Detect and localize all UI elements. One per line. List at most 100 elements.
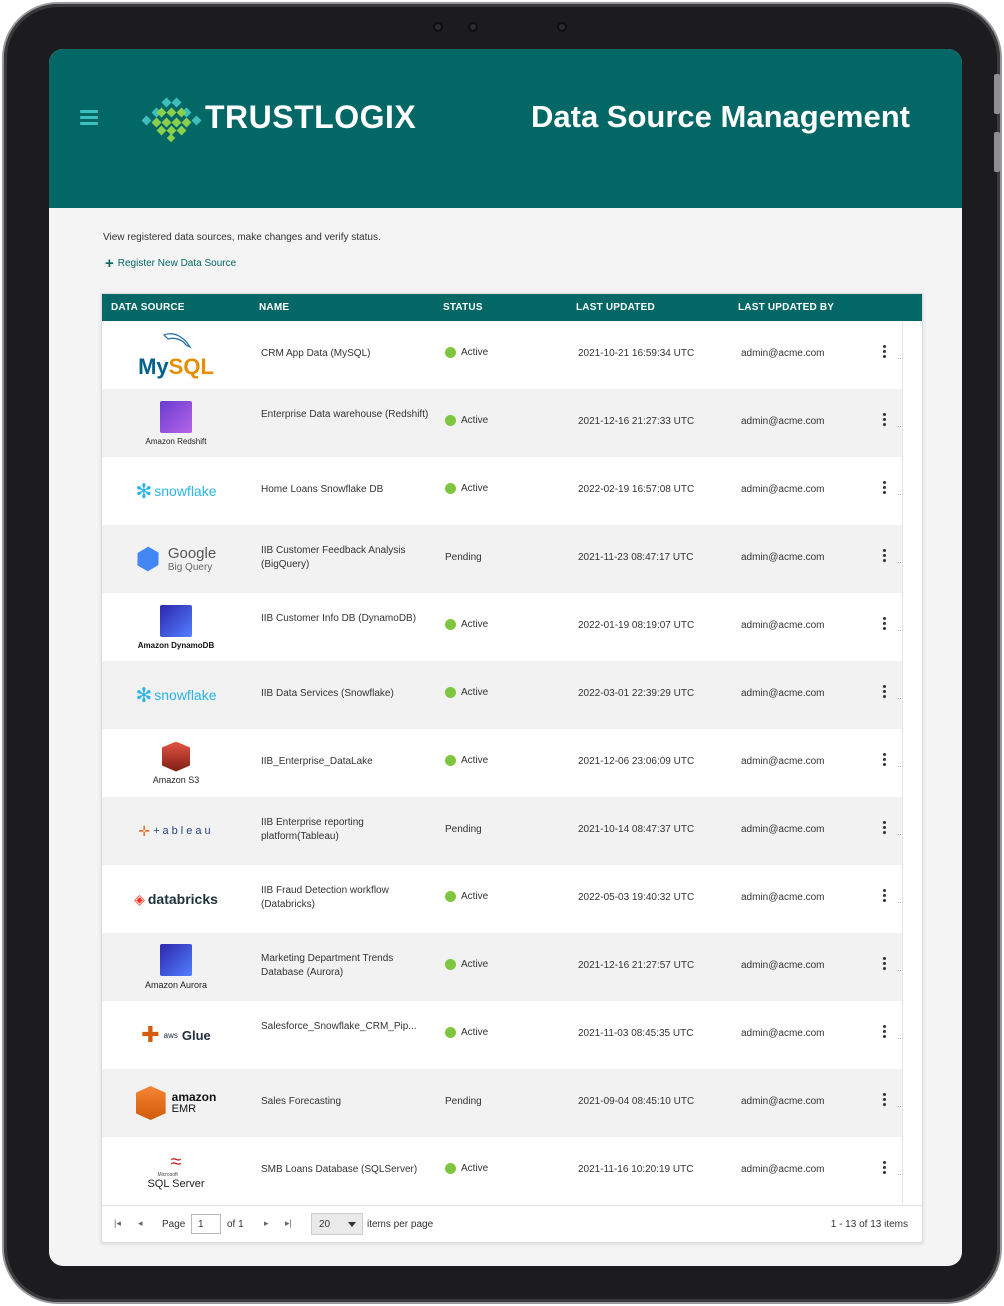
data-source-logo: Amazon Aurora xyxy=(116,933,236,1001)
status-cell: Active xyxy=(445,619,488,630)
last-updated-by: admin@acme.com xyxy=(741,1028,825,1039)
last-updated-by: admin@acme.com xyxy=(741,552,825,563)
items-per-page-select[interactable]: 20 xyxy=(311,1213,363,1235)
data-source-name[interactable]: IIB Fraud Detection workflow (Databricks… xyxy=(261,884,433,912)
table-row[interactable]: ◈ databricks IIB Fraud Detection workflow… xyxy=(102,865,902,933)
overflow-ellipsis: .. xyxy=(897,760,902,769)
table-row[interactable]: Amazon Redshift Enterprise Data warehous… xyxy=(102,389,902,457)
data-source-logo: ◈ databricks xyxy=(134,890,218,908)
table-row[interactable]: Amazon S3 IIB_Enterprise_DataLake Active… xyxy=(102,729,902,797)
dynamodb-icon xyxy=(159,604,192,637)
last-updated-by: admin@acme.com xyxy=(741,484,825,495)
data-source-name[interactable]: IIB Enterprise reporting platform(Tablea… xyxy=(261,816,433,844)
snowflake-icon: ✻ xyxy=(135,480,153,503)
aurora-icon xyxy=(159,944,192,976)
app-header: TRUSTLOGIX Data Source Management xyxy=(49,49,962,208)
vertical-scrollbar[interactable] xyxy=(902,321,922,1205)
column-header-data-source[interactable]: DATA SOURCE xyxy=(111,302,185,313)
column-header-status[interactable]: STATUS xyxy=(443,302,483,313)
kebab-menu-icon[interactable] xyxy=(880,821,890,835)
prev-page-icon[interactable]: ◂ xyxy=(138,1218,143,1229)
kebab-menu-icon[interactable] xyxy=(880,685,890,699)
camera-icon xyxy=(468,22,478,32)
menu-icon[interactable] xyxy=(80,110,98,126)
data-source-name[interactable]: IIB Data Services (Snowflake) xyxy=(261,687,433,701)
data-source-name[interactable]: CRM App Data (MySQL) xyxy=(261,347,433,361)
last-updated: 2021-11-03 08:45:35 UTC xyxy=(578,1028,694,1039)
glue-icon: ✚ xyxy=(141,1022,160,1047)
table-row[interactable]: Amazon DynamoDB IIB Customer Info DB (Dy… xyxy=(102,593,902,661)
data-source-name[interactable]: SMB Loans Database (SQLServer) xyxy=(261,1163,433,1177)
kebab-menu-icon[interactable] xyxy=(880,1025,890,1039)
register-data-source-link[interactable]: + Register New Data Source xyxy=(105,256,237,271)
status-text: Active xyxy=(461,1027,489,1038)
kebab-menu-icon[interactable] xyxy=(880,481,890,495)
column-header-last-updated-by[interactable]: LAST UPDATED BY xyxy=(738,302,834,313)
data-source-name[interactable]: IIB_Enterprise_DataLake xyxy=(261,755,433,769)
last-updated: 2022-05-03 19:40:32 UTC xyxy=(578,892,695,903)
status-text: Active xyxy=(461,415,489,426)
kebab-menu-icon[interactable] xyxy=(880,889,890,903)
data-source-name[interactable]: Marketing Department Trends Database (Au… xyxy=(261,952,433,980)
side-button xyxy=(994,74,1000,114)
last-page-icon[interactable]: ▸| xyxy=(285,1218,292,1229)
data-source-name[interactable]: Sales Forecasting xyxy=(261,1095,433,1109)
data-source-name[interactable]: Home Loans Snowflake DB xyxy=(261,483,433,497)
first-page-icon[interactable]: |◂ xyxy=(114,1218,121,1229)
last-updated: 2021-10-14 08:47:37 UTC xyxy=(578,824,695,835)
last-updated: 2021-10-21 16:59:34 UTC xyxy=(578,348,695,359)
column-header-name[interactable]: NAME xyxy=(259,302,289,313)
table-row[interactable]: amazon EMR Sales Forecasting Pending 2021… xyxy=(102,1069,902,1137)
data-source-name[interactable]: Enterprise Data warehouse (Redshift) xyxy=(261,408,433,422)
status-active-icon xyxy=(445,891,456,902)
overflow-ellipsis: .. xyxy=(897,352,902,361)
kebab-menu-icon[interactable] xyxy=(880,957,890,971)
last-updated-by: admin@acme.com xyxy=(741,756,825,767)
table-row[interactable]: Amazon Aurora Marketing Department Trend… xyxy=(102,933,902,1001)
status-cell: Pending xyxy=(445,824,482,835)
data-source-name[interactable]: IIB Customer Feedback Analysis (BigQuery… xyxy=(261,544,433,572)
status-active-icon xyxy=(445,755,456,766)
data-source-name[interactable]: Salesforce_Snowflake_CRM_Pip... xyxy=(261,1020,433,1034)
kebab-menu-icon[interactable] xyxy=(880,549,890,563)
kebab-menu-icon[interactable] xyxy=(880,345,890,359)
status-active-icon xyxy=(445,619,456,630)
last-updated-by: admin@acme.com xyxy=(741,416,825,427)
register-label: Register New Data Source xyxy=(117,258,237,269)
last-updated-by: admin@acme.com xyxy=(741,348,825,359)
table-row[interactable]: ✻ snowflake IIB Data Services (Snowflake)… xyxy=(102,661,902,729)
data-source-logo: Amazon S3 xyxy=(116,729,236,797)
sqlserver-icon: ≈ xyxy=(170,1151,182,1173)
status-active-icon xyxy=(445,483,456,494)
kebab-menu-icon[interactable] xyxy=(880,413,890,427)
table-row[interactable]: ✻ snowflake Home Loans Snowflake DB Activ… xyxy=(102,457,902,525)
kebab-menu-icon[interactable] xyxy=(880,1093,890,1107)
data-source-name[interactable]: IIB Customer Info DB (DynamoDB) xyxy=(261,612,433,626)
page-number-input[interactable]: 1 xyxy=(191,1214,221,1234)
table-row[interactable]: ✛ +ableau IIB Enterprise reporting platfo… xyxy=(102,797,902,865)
table-row[interactable]: MySQL CRM App Data (MySQL) Active 2021-1… xyxy=(102,321,902,389)
table-body: MySQL CRM App Data (MySQL) Active 2021-1… xyxy=(102,321,902,1205)
kebab-menu-icon[interactable] xyxy=(880,617,890,631)
data-source-logo: MySQL xyxy=(116,321,236,389)
items-per-page-value: 20 xyxy=(319,1219,331,1230)
status-text: Active xyxy=(461,619,489,630)
data-source-logo: ✛ +ableau xyxy=(138,822,214,839)
next-page-icon[interactable]: ▸ xyxy=(264,1218,269,1229)
data-source-logo: ✚ aws Glue xyxy=(141,1022,211,1047)
status-cell: Active xyxy=(445,891,488,902)
table-row[interactable]: ≈ Microsoft SQL Server SMB Loans Database … xyxy=(102,1137,902,1205)
pagination-bar: |◂ ◂ Page 1 of 1 ▸ ▸| 20 items per page … xyxy=(102,1205,922,1242)
kebab-menu-icon[interactable] xyxy=(880,753,890,767)
table-row[interactable]: Google Big Query IIB Customer Feedback An… xyxy=(102,525,902,593)
overflow-ellipsis: .. xyxy=(897,624,902,633)
status-cell: Active xyxy=(445,415,488,426)
status-active-icon xyxy=(445,1027,456,1038)
table-row[interactable]: ✚ aws Glue Salesforce_Snowflake_CRM_Pip...… xyxy=(102,1001,902,1069)
trustlogix-logo-icon xyxy=(141,97,202,143)
column-header-last-updated[interactable]: LAST UPDATED xyxy=(576,302,655,313)
kebab-menu-icon[interactable] xyxy=(880,1161,890,1175)
data-source-logo: ✻ snowflake xyxy=(135,480,217,503)
status-text: Active xyxy=(461,483,489,494)
tablet-frame: TRUSTLOGIX Data Source Management View r… xyxy=(4,4,1000,1302)
